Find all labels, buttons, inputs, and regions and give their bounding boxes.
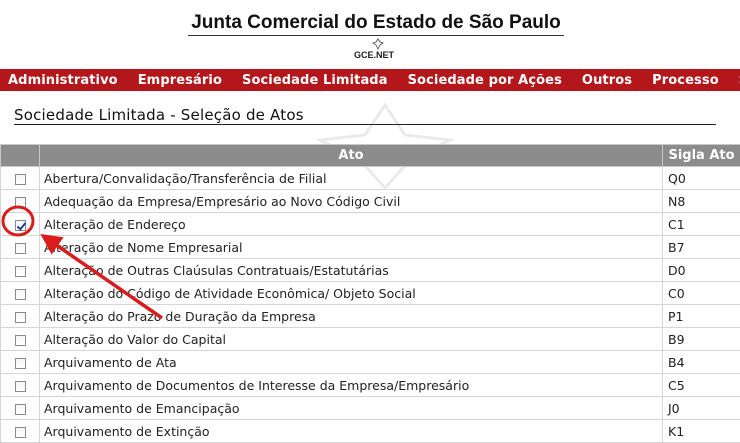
sigla-cell: J0	[663, 397, 740, 420]
menu-item-outros[interactable]: Outros	[572, 73, 642, 88]
ato-cell: Arquivamento de Ata	[40, 351, 663, 374]
table-row: Adequação da Empresa/Empresário ao Novo …	[1, 190, 740, 213]
select-cell	[1, 167, 40, 190]
ato-cell: Alteração de Outras Claúsulas Contratuai…	[40, 259, 663, 282]
select-cell	[1, 351, 40, 374]
ato-cell: Alteração do Valor do Capital	[40, 328, 663, 351]
sigla-cell: C1	[663, 213, 740, 236]
sigla-cell: P1	[663, 305, 740, 328]
select-checkbox[interactable]	[15, 220, 26, 231]
ato-cell: Alteração do Prazo de Duração da Empresa	[40, 305, 663, 328]
select-checkbox[interactable]	[15, 174, 26, 185]
gce-logo: GCE.NET	[354, 50, 394, 60]
menu-item-sair[interactable]: Sair	[729, 73, 740, 88]
select-checkbox[interactable]	[15, 266, 26, 277]
site-title: Junta Comercial do Estado de São Paulo	[188, 12, 564, 34]
table-row: Abertura/Convalidação/Transferência de F…	[1, 167, 740, 190]
table-row: Alteração do Valor do CapitalB9	[1, 328, 740, 351]
sigla-cell: Q0	[663, 167, 740, 190]
sigla-cell: K1	[663, 420, 740, 443]
page-header: Junta Comercial do Estado de São Paulo G…	[0, 0, 740, 68]
select-checkbox[interactable]	[15, 243, 26, 254]
sigla-cell: B9	[663, 328, 740, 351]
atos-table-body: Abertura/Convalidação/Transferência de F…	[1, 167, 740, 443]
select-checkbox[interactable]	[15, 404, 26, 415]
select-checkbox[interactable]	[15, 335, 26, 346]
select-cell	[1, 236, 40, 259]
title-underline	[188, 35, 564, 36]
sigla-cell: B4	[663, 351, 740, 374]
select-cell	[1, 213, 40, 236]
heading-underline	[14, 124, 716, 125]
sigla-cell: B7	[663, 236, 740, 259]
crest-icon	[372, 38, 384, 50]
select-cell	[1, 282, 40, 305]
ato-cell: Arquivamento de Documentos de Interesse …	[40, 374, 663, 397]
select-cell	[1, 328, 40, 351]
table-row: Arquivamento de EmancipaçãoJ0	[1, 397, 740, 420]
select-cell	[1, 374, 40, 397]
sigla-cell: C5	[663, 374, 740, 397]
sigla-cell: C0	[663, 282, 740, 305]
select-cell	[1, 420, 40, 443]
ato-cell: Arquivamento de Emancipação	[40, 397, 663, 420]
sigla-cell: D0	[663, 259, 740, 282]
menu-item-empres-rio[interactable]: Empresário	[128, 73, 232, 88]
select-checkbox[interactable]	[15, 289, 26, 300]
select-checkbox[interactable]	[15, 427, 26, 438]
ato-cell: Adequação da Empresa/Empresário ao Novo …	[40, 190, 663, 213]
sigla-column-header[interactable]: Sigla Ato	[663, 145, 740, 167]
select-checkbox[interactable]	[15, 358, 26, 369]
menu-item-administrativo[interactable]: Administrativo	[0, 73, 128, 88]
select-cell	[1, 259, 40, 282]
ato-cell: Arquivamento de Extinção	[40, 420, 663, 443]
select-checkbox[interactable]	[15, 381, 26, 392]
ato-cell: Alteração de Nome Empresarial	[40, 236, 663, 259]
ato-cell: Alteração do Código de Atividade Econômi…	[40, 282, 663, 305]
main-menu: AdministrativoEmpresárioSociedade Limita…	[0, 69, 740, 91]
ato-cell: Abertura/Convalidação/Transferência de F…	[40, 167, 663, 190]
ato-cell: Alteração de Endereço	[40, 213, 663, 236]
table-row: Alteração de Nome EmpresarialB7	[1, 236, 740, 259]
page-title: Sociedade Limitada - Seleção de Atos	[14, 106, 304, 124]
select-cell	[1, 305, 40, 328]
sigla-cell: N8	[663, 190, 740, 213]
select-column-header	[1, 145, 40, 167]
table-row: Alteração do Código de Atividade Econômi…	[1, 282, 740, 305]
table-row: Arquivamento de ExtinçãoK1	[1, 420, 740, 443]
table-header-row: Ato Sigla Ato	[1, 145, 740, 167]
table-row: Alteração do Prazo de Duração da Empresa…	[1, 305, 740, 328]
table-row: Arquivamento de Documentos de Interesse …	[1, 374, 740, 397]
menu-item-sociedade-limitada[interactable]: Sociedade Limitada	[232, 73, 398, 88]
select-checkbox[interactable]	[15, 197, 26, 208]
table-row: Alteração de Outras Claúsulas Contratuai…	[1, 259, 740, 282]
menu-item-processo[interactable]: Processo	[642, 73, 729, 88]
select-cell	[1, 190, 40, 213]
table-row: Alteração de EndereçoC1	[1, 213, 740, 236]
select-cell	[1, 397, 40, 420]
ato-column-header[interactable]: Ato	[40, 145, 663, 167]
select-checkbox[interactable]	[15, 312, 26, 323]
atos-table: Ato Sigla Ato Abertura/Convalidação/Tran…	[0, 144, 740, 443]
menu-item-sociedade-por-a-es[interactable]: Sociedade por Ações	[398, 73, 572, 88]
table-row: Arquivamento de AtaB4	[1, 351, 740, 374]
